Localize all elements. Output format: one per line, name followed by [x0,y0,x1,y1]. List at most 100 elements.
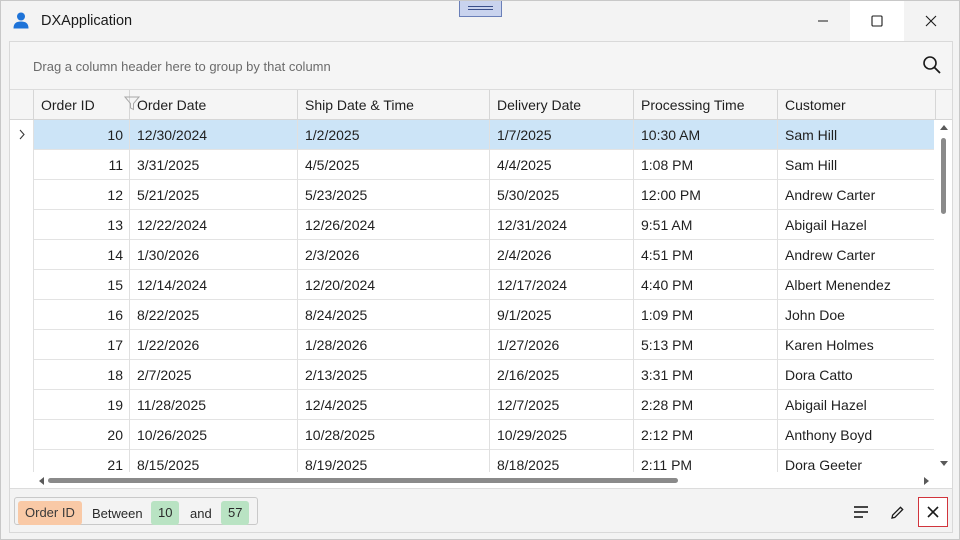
cell-processing-time[interactable]: 9:51 AM [634,210,778,240]
filter-align-button[interactable] [846,497,876,527]
cell-delivery-date[interactable]: 1/7/2025 [490,120,634,150]
column-header-customer[interactable]: Customer [778,90,936,120]
vertical-scrollbar[interactable] [935,120,952,472]
table-row[interactable]: 15 12/14/2024 12/20/2024 12/17/2024 4:40… [10,270,934,300]
cell-delivery-date[interactable]: 4/4/2025 [490,150,634,180]
cell-ship-date[interactable]: 2/13/2025 [298,360,490,390]
cell-order-date[interactable]: 12/30/2024 [130,120,298,150]
cell-order-id[interactable]: 15 [34,270,130,300]
row-indicator[interactable] [10,420,34,450]
cell-order-date[interactable]: 12/14/2024 [130,270,298,300]
table-row[interactable]: 13 12/22/2024 12/26/2024 12/31/2024 9:51… [10,210,934,240]
cell-order-date[interactable]: 3/31/2025 [130,150,298,180]
cell-order-id[interactable]: 12 [34,180,130,210]
cell-order-id[interactable]: 14 [34,240,130,270]
cell-processing-time[interactable]: 5:13 PM [634,330,778,360]
cell-delivery-date[interactable]: 1/27/2026 [490,330,634,360]
cell-delivery-date[interactable]: 8/18/2025 [490,450,634,472]
row-indicator[interactable] [10,210,34,240]
horizontal-scroll-thumb[interactable] [48,478,678,483]
cell-customer[interactable]: John Doe [778,300,934,330]
scroll-up-icon[interactable] [939,123,949,131]
table-row[interactable]: 18 2/7/2025 2/13/2025 2/16/2025 3:31 PM … [10,360,934,390]
table-row[interactable]: 20 10/26/2025 10/28/2025 10/29/2025 2:12… [10,420,934,450]
cell-processing-time[interactable]: 4:40 PM [634,270,778,300]
cell-ship-date[interactable]: 12/26/2024 [298,210,490,240]
cell-customer[interactable]: Andrew Carter [778,180,934,210]
filter-value-to[interactable]: 57 [221,501,250,525]
clear-filter-button[interactable] [918,497,948,527]
table-row[interactable]: 21 8/15/2025 8/19/2025 8/18/2025 2:11 PM… [10,450,934,472]
table-row[interactable]: 10 12/30/2024 1/2/2025 1/7/2025 10:30 AM… [10,120,934,150]
cell-order-id[interactable]: 21 [34,450,130,472]
cell-customer[interactable]: Sam Hill [778,150,934,180]
table-row[interactable]: 11 3/31/2025 4/5/2025 4/4/2025 1:08 PM S… [10,150,934,180]
cell-processing-time[interactable]: 3:31 PM [634,360,778,390]
cell-order-date[interactable]: 8/22/2025 [130,300,298,330]
filter-operator[interactable]: Between [92,506,143,521]
cell-delivery-date[interactable]: 12/31/2024 [490,210,634,240]
cell-customer[interactable]: Albert Menendez [778,270,934,300]
cell-delivery-date[interactable]: 9/1/2025 [490,300,634,330]
cell-order-id[interactable]: 18 [34,360,130,390]
column-header-processing-time[interactable]: Processing Time [634,90,778,120]
vertical-scroll-thumb[interactable] [941,138,946,214]
close-window-button[interactable] [904,1,958,41]
filter-value-from[interactable]: 10 [151,501,180,525]
title-bar[interactable]: DXApplication [1,1,959,41]
row-indicator[interactable] [10,180,34,210]
cell-customer[interactable]: Dora Catto [778,360,934,390]
column-header-ship-date[interactable]: Ship Date & Time [298,90,490,120]
cell-order-date[interactable]: 8/15/2025 [130,450,298,472]
minimize-button[interactable] [796,1,850,41]
cell-ship-date[interactable]: 2/3/2026 [298,240,490,270]
table-row[interactable]: 17 1/22/2026 1/28/2026 1/27/2026 5:13 PM… [10,330,934,360]
edit-filter-button[interactable] [882,497,912,527]
row-indicator[interactable] [10,360,34,390]
column-header-delivery-date[interactable]: Delivery Date [490,90,634,120]
cell-order-id[interactable]: 16 [34,300,130,330]
cell-ship-date[interactable]: 4/5/2025 [298,150,490,180]
cell-delivery-date[interactable]: 12/17/2024 [490,270,634,300]
table-row[interactable]: 19 11/28/2025 12/4/2025 12/7/2025 2:28 P… [10,390,934,420]
cell-ship-date[interactable]: 12/20/2024 [298,270,490,300]
cell-customer[interactable]: Dora Geeter [778,450,934,472]
cell-processing-time[interactable]: 2:28 PM [634,390,778,420]
cell-delivery-date[interactable]: 12/7/2025 [490,390,634,420]
cell-order-id[interactable]: 19 [34,390,130,420]
row-indicator[interactable] [10,150,34,180]
column-header-order-id[interactable]: Order ID [34,90,140,120]
cell-order-date[interactable]: 1/22/2026 [130,330,298,360]
cell-ship-date[interactable]: 10/28/2025 [298,420,490,450]
scroll-left-icon[interactable] [37,476,45,486]
scroll-down-icon[interactable] [939,460,949,468]
cell-order-id[interactable]: 10 [34,120,130,150]
cell-order-date[interactable]: 5/21/2025 [130,180,298,210]
cell-order-id[interactable]: 11 [34,150,130,180]
table-row[interactable]: 14 1/30/2026 2/3/2026 2/4/2026 4:51 PM A… [10,240,934,270]
cell-order-id[interactable]: 20 [34,420,130,450]
cell-order-date[interactable]: 1/30/2026 [130,240,298,270]
cell-customer[interactable]: Abigail Hazel [778,210,934,240]
scroll-right-icon[interactable] [923,476,931,486]
cell-delivery-date[interactable]: 10/29/2025 [490,420,634,450]
cell-order-date[interactable]: 10/26/2025 [130,420,298,450]
cell-ship-date[interactable]: 1/28/2026 [298,330,490,360]
cell-delivery-date[interactable]: 2/4/2026 [490,240,634,270]
search-button[interactable] [922,55,944,77]
cell-processing-time[interactable]: 10:30 AM [634,120,778,150]
maximize-button[interactable] [850,1,904,41]
filter-field-pill[interactable]: Order ID [18,501,82,525]
cell-order-id[interactable]: 13 [34,210,130,240]
cell-processing-time[interactable]: 1:09 PM [634,300,778,330]
cell-ship-date[interactable]: 8/19/2025 [298,450,490,472]
cell-processing-time[interactable]: 2:12 PM [634,420,778,450]
row-indicator[interactable] [10,270,34,300]
group-panel[interactable]: Drag a column header here to group by th… [10,42,952,90]
horizontal-scrollbar[interactable] [34,473,934,487]
row-indicator[interactable] [10,450,34,472]
cell-customer[interactable]: Anthony Boyd [778,420,934,450]
row-indicator[interactable] [10,330,34,360]
cell-customer[interactable]: Karen Holmes [778,330,934,360]
cell-ship-date[interactable]: 12/4/2025 [298,390,490,420]
